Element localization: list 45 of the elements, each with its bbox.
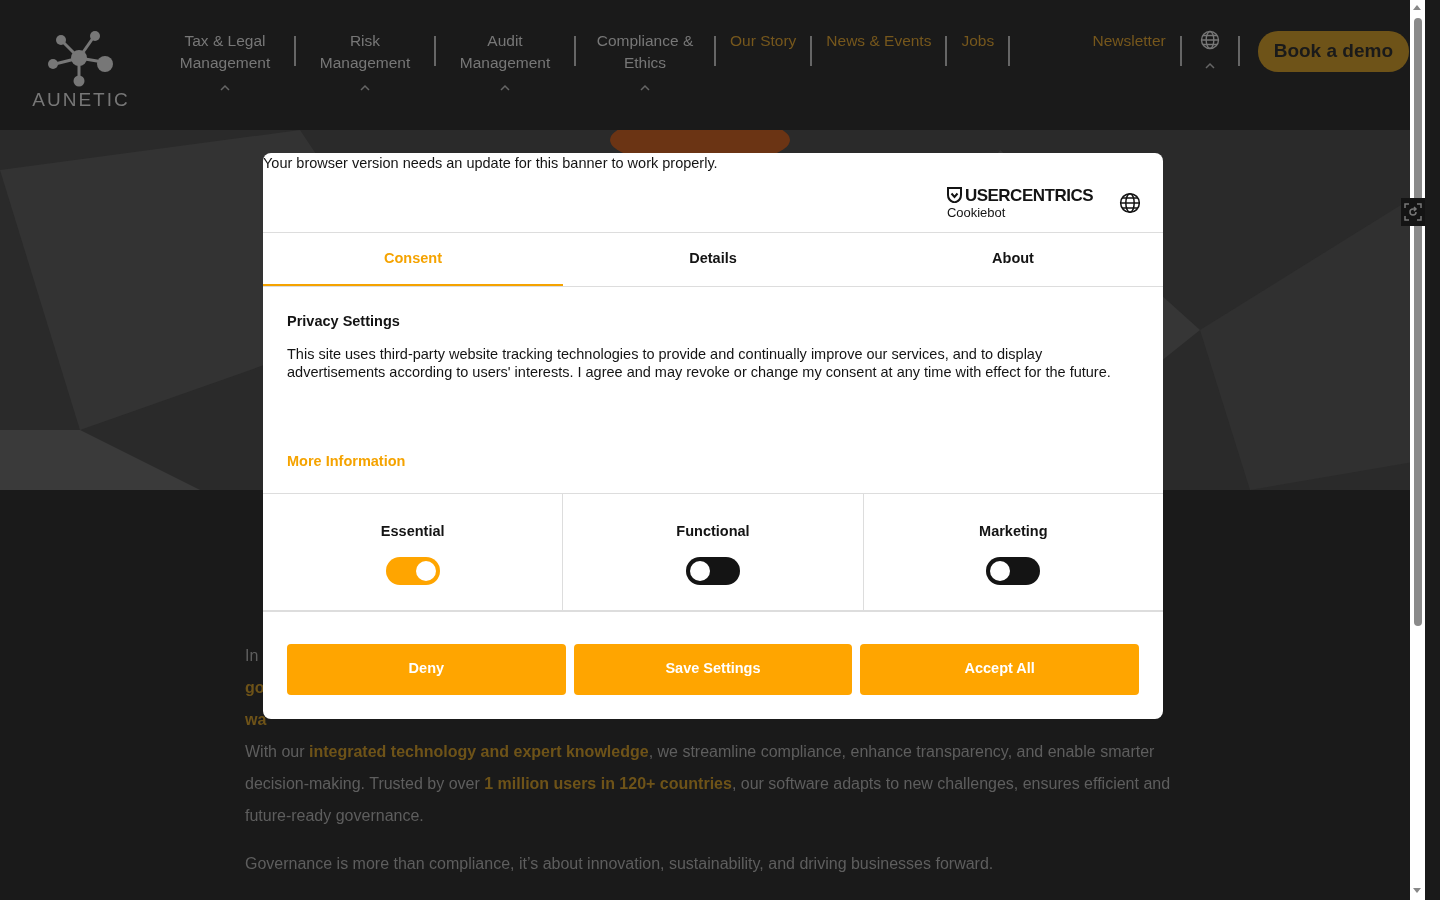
text-fragment: go	[245, 678, 265, 698]
text-fragment: wa	[245, 710, 267, 730]
consent-button[interactable]: Accept All	[860, 643, 1139, 695]
brand-product: Cookiebot	[946, 205, 1007, 219]
scroll-up-icon[interactable]	[1413, 4, 1421, 10]
capture-icon[interactable]	[1404, 203, 1422, 221]
newsletter-link[interactable]: Newsletter	[1086, 30, 1172, 52]
toggle-switch[interactable]	[385, 556, 440, 585]
caret-icon	[1203, 62, 1216, 70]
nav-menu-item[interactable]: Compliance & Ethics	[584, 30, 706, 92]
scrollbar-thumb[interactable]	[1414, 18, 1422, 626]
more-information-link[interactable]: More Information	[287, 452, 406, 469]
body-paragraph: With our integrated technology and expert knowledge, we streamline compliance, enhance transparency, and enable smarter decision-making. Trusted by over 1 million users in 120+ countries, our software adapts to new challenges, ensures efficient and future-ready governance.	[245, 742, 1172, 826]
toggle-switch[interactable]	[986, 556, 1041, 585]
update-notice: Your browser version needs an update for this banner to work properly.	[263, 154, 719, 173]
dialog-tab[interactable]: About	[863, 233, 1163, 286]
shield-icon	[946, 187, 962, 203]
brand-name: USERCENTRICS	[964, 186, 1093, 204]
caret-icon	[639, 84, 651, 92]
caret-icon	[499, 84, 511, 92]
nav-link[interactable]: News & Events	[820, 30, 938, 52]
dialog-title: Privacy Settings	[287, 312, 401, 331]
dialog-text: This site uses third-party website tracking technologies to provide and continually improve our services, and to display advertisements according to users' interests. I agree and may revoke or change my consent at any time with effect for the future.	[287, 344, 1112, 383]
scrollbar[interactable]	[1410, 0, 1425, 900]
scroll-down-icon[interactable]	[1413, 888, 1421, 894]
nav-menu-item[interactable]: Risk Management	[304, 30, 426, 92]
caret-icon	[359, 84, 371, 92]
toggle-label: Functional	[676, 521, 750, 541]
consent-button[interactable]: Save Settings	[573, 643, 853, 695]
dialog-tab[interactable]: Consent	[263, 233, 563, 286]
caret-icon	[219, 84, 231, 92]
toggle-label: Marketing	[979, 521, 1048, 541]
nav-link[interactable]: Our Story	[724, 30, 803, 52]
globe-icon[interactable]	[1119, 191, 1141, 214]
nav-menu-item[interactable]: Audit Management	[444, 30, 566, 92]
text-fragment: In	[245, 646, 259, 666]
demo-button[interactable]: Book a demo	[1257, 31, 1409, 72]
nav-link[interactable]: Jobs	[955, 30, 1001, 52]
toggle-label: Essential	[380, 521, 445, 541]
consent-button[interactable]: Deny	[287, 643, 566, 695]
body-paragraph: Governance is more than compliance, it’s about innovation, sustainability, and driving businesses forward.	[245, 854, 995, 874]
dialog-tab[interactable]: Details	[563, 233, 863, 286]
nav-menu-item[interactable]: Tax & Legal Management	[164, 30, 286, 92]
logo-text[interactable]: AUNETIC	[32, 90, 130, 109]
toggle-switch[interactable]	[686, 556, 740, 585]
